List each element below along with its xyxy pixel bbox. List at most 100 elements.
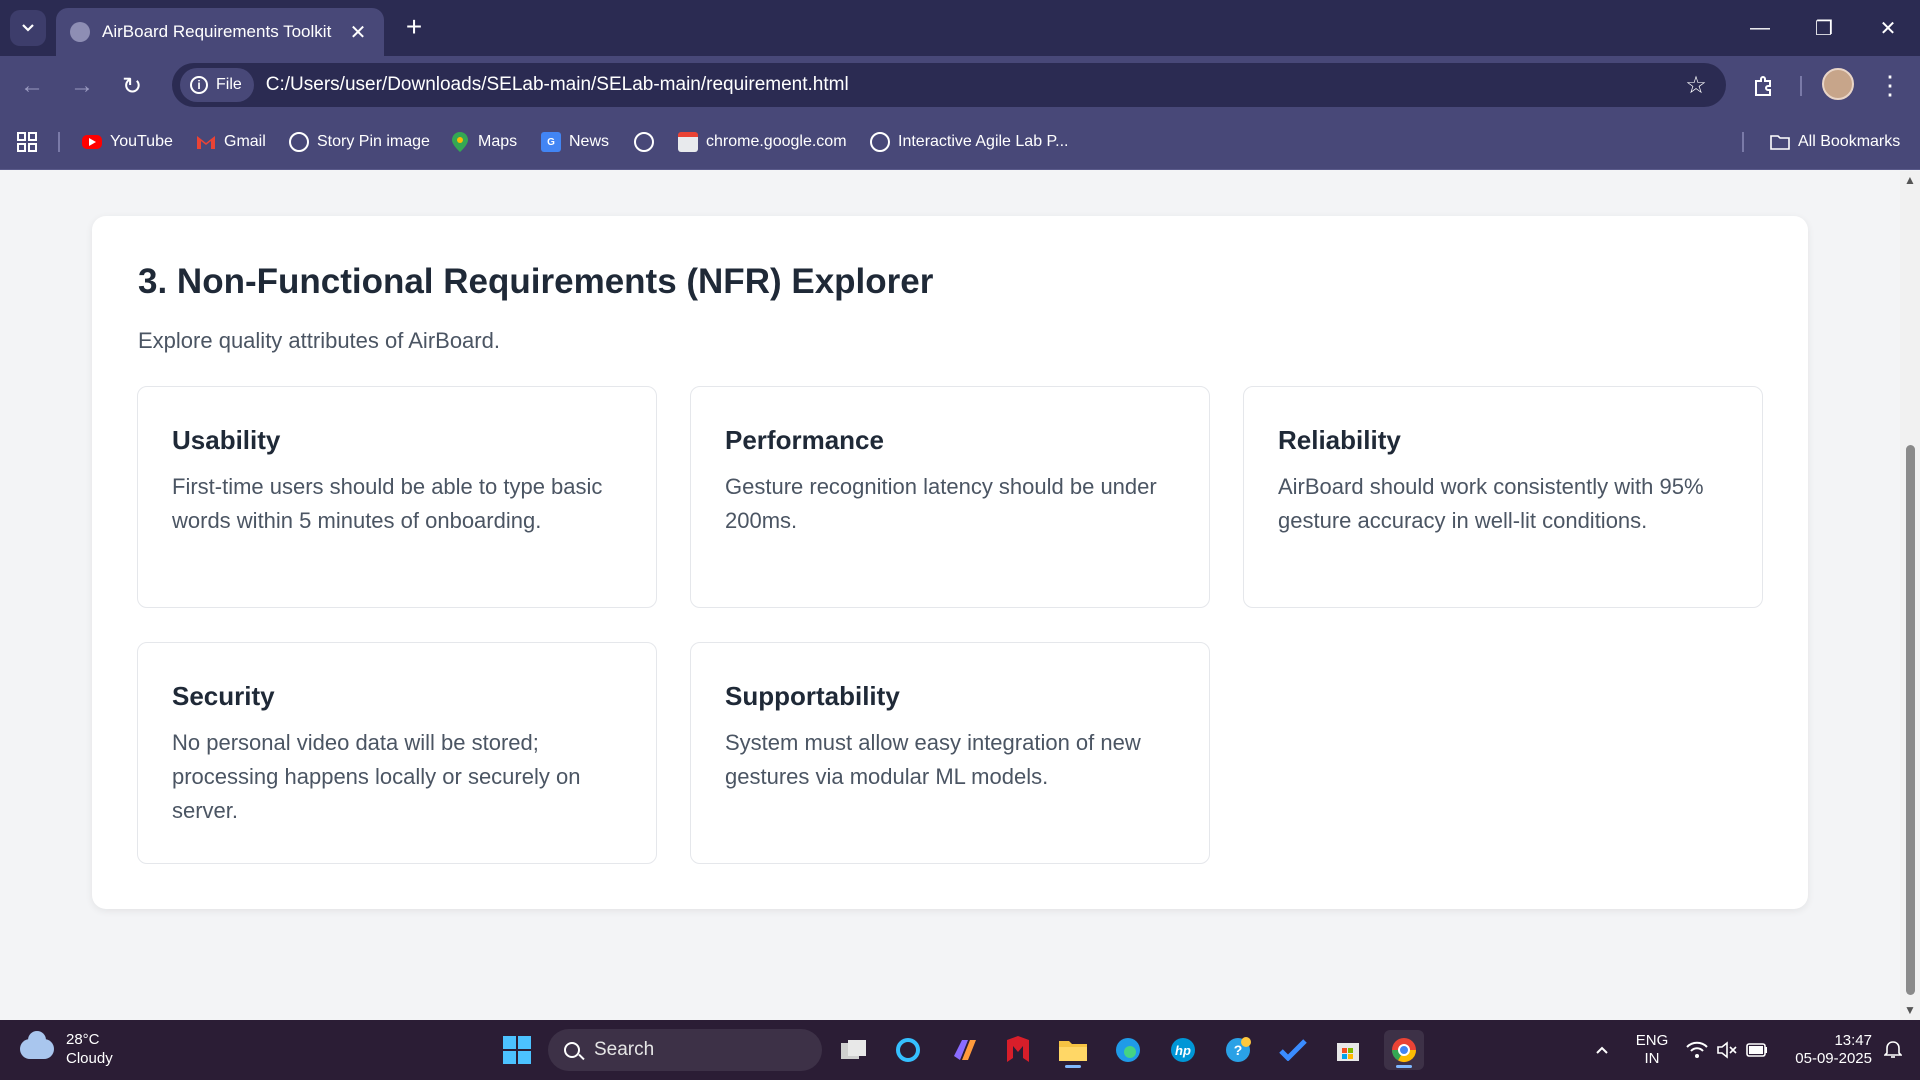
weather-temp: 28°C (66, 1031, 100, 1048)
restore-button[interactable]: ❐ (1796, 10, 1852, 46)
maps-icon (450, 132, 470, 152)
section-subtitle: Explore quality attributes of AirBoard. (138, 328, 500, 353)
browser-toolbar: ← → ↻ i File C:/Users/user/Downloads/SEL… (0, 56, 1920, 114)
extensions-button[interactable] (1744, 66, 1784, 106)
chevron-up-icon[interactable] (1582, 1030, 1622, 1070)
vertical-scrollbar[interactable]: ▲ ▼ (1900, 171, 1920, 1020)
site-info-chip[interactable]: i File (180, 68, 254, 102)
bookmarks-bar: YouTube Gmail Story Pin image Maps G New… (0, 114, 1920, 170)
bookmark-label: Gmail (224, 133, 266, 150)
bookmark-label: chrome.google.com (706, 133, 847, 150)
nfr-card-text: Gesture recognition latency should be un… (725, 474, 1157, 533)
cortana-icon[interactable] (888, 1030, 928, 1070)
help-icon[interactable]: ? (1218, 1030, 1258, 1070)
info-icon: i (190, 76, 208, 94)
bookmark-star-icon[interactable]: ☆ (1676, 71, 1716, 100)
reload-button[interactable]: ↻ (112, 66, 152, 106)
folder-icon (1770, 132, 1790, 152)
wifi-icon[interactable] (1682, 1030, 1712, 1070)
bookmark-label: News (569, 133, 610, 150)
bookmark-maps[interactable]: Maps (450, 128, 517, 156)
profile-avatar[interactable] (1822, 68, 1854, 100)
nfr-card-title: Security (172, 681, 275, 711)
mcafee-icon[interactable] (998, 1030, 1038, 1070)
tab-strip: AirBoard Requirements Toolkit ✕ + — ❐ ✕ (0, 0, 1920, 56)
url-text[interactable]: C:/Users/user/Downloads/SELab-main/SELab… (266, 74, 1676, 96)
svg-text:?: ? (1234, 1042, 1243, 1058)
bookmark-story-pin[interactable]: Story Pin image (289, 128, 430, 156)
nfr-card-text: System must allow easy integration of ne… (725, 730, 1141, 789)
globe-icon (70, 22, 90, 42)
toolbar-divider (1800, 76, 1802, 96)
system-clock[interactable]: 13:47 05-09-2025 (1780, 1032, 1872, 1068)
language-code: ENG (1635, 1032, 1669, 1049)
address-bar[interactable]: i File C:/Users/user/Downloads/SELab-mai… (172, 63, 1726, 107)
scroll-up-icon[interactable]: ▲ (1903, 173, 1917, 187)
tab-close-icon[interactable]: ✕ (346, 20, 370, 45)
scroll-down-icon[interactable]: ▼ (1903, 1003, 1917, 1017)
bookmark-label: Story Pin image (317, 133, 430, 150)
tab-search-button[interactable] (10, 10, 46, 46)
start-button[interactable] (497, 1030, 537, 1070)
battery-icon[interactable] (1742, 1030, 1772, 1070)
tab-active[interactable]: AirBoard Requirements Toolkit ✕ (56, 8, 384, 56)
site-info-label: File (216, 76, 242, 93)
apps-grid-icon (17, 132, 37, 152)
nfr-card-text: AirBoard should work consistently with 9… (1278, 474, 1704, 533)
back-button[interactable]: ← (12, 66, 52, 106)
chrome-web-store-icon (678, 132, 698, 152)
nfr-card-text: First-time users should be able to type … (172, 474, 603, 533)
windows-logo-icon (503, 1036, 531, 1064)
bookmarks-divider (58, 132, 60, 152)
browser-menu-icon[interactable]: ⋮ (1872, 66, 1908, 106)
puzzle-icon (1755, 76, 1771, 96)
nfr-card-reliability[interactable]: Reliability AirBoard should work consist… (1243, 386, 1763, 608)
windows-taskbar: 28°C Cloudy Search hp ? ENG IN 13:47 05-… (0, 1020, 1920, 1080)
globe-icon (289, 132, 309, 152)
notification-bell-icon[interactable] (1878, 1030, 1908, 1070)
nfr-card-usability[interactable]: Usability First-time users should be abl… (137, 386, 657, 608)
bookmark-label: Maps (478, 133, 518, 150)
bookmark-globe[interactable] (634, 128, 662, 156)
chevron-down-icon (22, 24, 34, 32)
clock-date: 05-09-2025 (1795, 1050, 1872, 1067)
taskbar-search[interactable]: Search (548, 1029, 822, 1071)
volume-muted-icon[interactable] (1712, 1030, 1742, 1070)
store-icon[interactable] (1328, 1030, 1368, 1070)
minimize-button[interactable]: — (1732, 10, 1788, 46)
chrome-taskbar-icon[interactable] (1384, 1030, 1424, 1070)
all-bookmarks-button[interactable]: All Bookmarks (1770, 128, 1900, 156)
hp-icon[interactable]: hp (1163, 1030, 1203, 1070)
todo-icon[interactable] (1273, 1030, 1313, 1070)
nfr-card-title: Performance (725, 425, 884, 455)
section-title: 3. Non-Functional Requirements (NFR) Exp… (138, 262, 934, 301)
copilot-icon[interactable] (944, 1030, 984, 1070)
bookmark-label: YouTube (110, 133, 173, 150)
tab-title: AirBoard Requirements Toolkit (102, 22, 332, 41)
scrollbar-thumb[interactable] (1906, 445, 1915, 995)
apps-button[interactable] (16, 128, 38, 156)
task-view-icon[interactable] (834, 1030, 874, 1070)
forward-button[interactable]: → (62, 66, 102, 106)
nfr-section-card: 3. Non-Functional Requirements (NFR) Exp… (92, 216, 1808, 909)
weather-widget[interactable]: 28°C Cloudy (20, 1030, 113, 1068)
bookmark-youtube[interactable]: YouTube (82, 128, 173, 156)
new-tab-button[interactable]: + (398, 12, 430, 44)
search-icon (564, 1042, 580, 1058)
close-window-button[interactable]: ✕ (1860, 10, 1916, 46)
taskbar-search-placeholder: Search (594, 1039, 655, 1060)
news-icon: G (541, 132, 561, 152)
language-indicator[interactable]: ENG IN (1630, 1032, 1674, 1068)
nfr-card-supportability[interactable]: Supportability System must allow easy in… (690, 642, 1210, 864)
nfr-card-title: Reliability (1278, 425, 1401, 455)
bookmark-news[interactable]: G News (541, 128, 609, 156)
weather-condition: Cloudy (66, 1050, 113, 1067)
nfr-card-performance[interactable]: Performance Gesture recognition latency … (690, 386, 1210, 608)
bookmark-gmail[interactable]: Gmail (196, 128, 266, 156)
youtube-icon (82, 135, 102, 149)
bookmark-chrome-google[interactable]: chrome.google.com (678, 128, 847, 156)
bookmark-agile-lab[interactable]: Interactive Agile Lab P... (870, 128, 1068, 156)
nfr-card-security[interactable]: Security No personal video data will be … (137, 642, 657, 864)
edge-icon[interactable] (1108, 1030, 1148, 1070)
file-explorer-icon[interactable] (1053, 1030, 1093, 1070)
